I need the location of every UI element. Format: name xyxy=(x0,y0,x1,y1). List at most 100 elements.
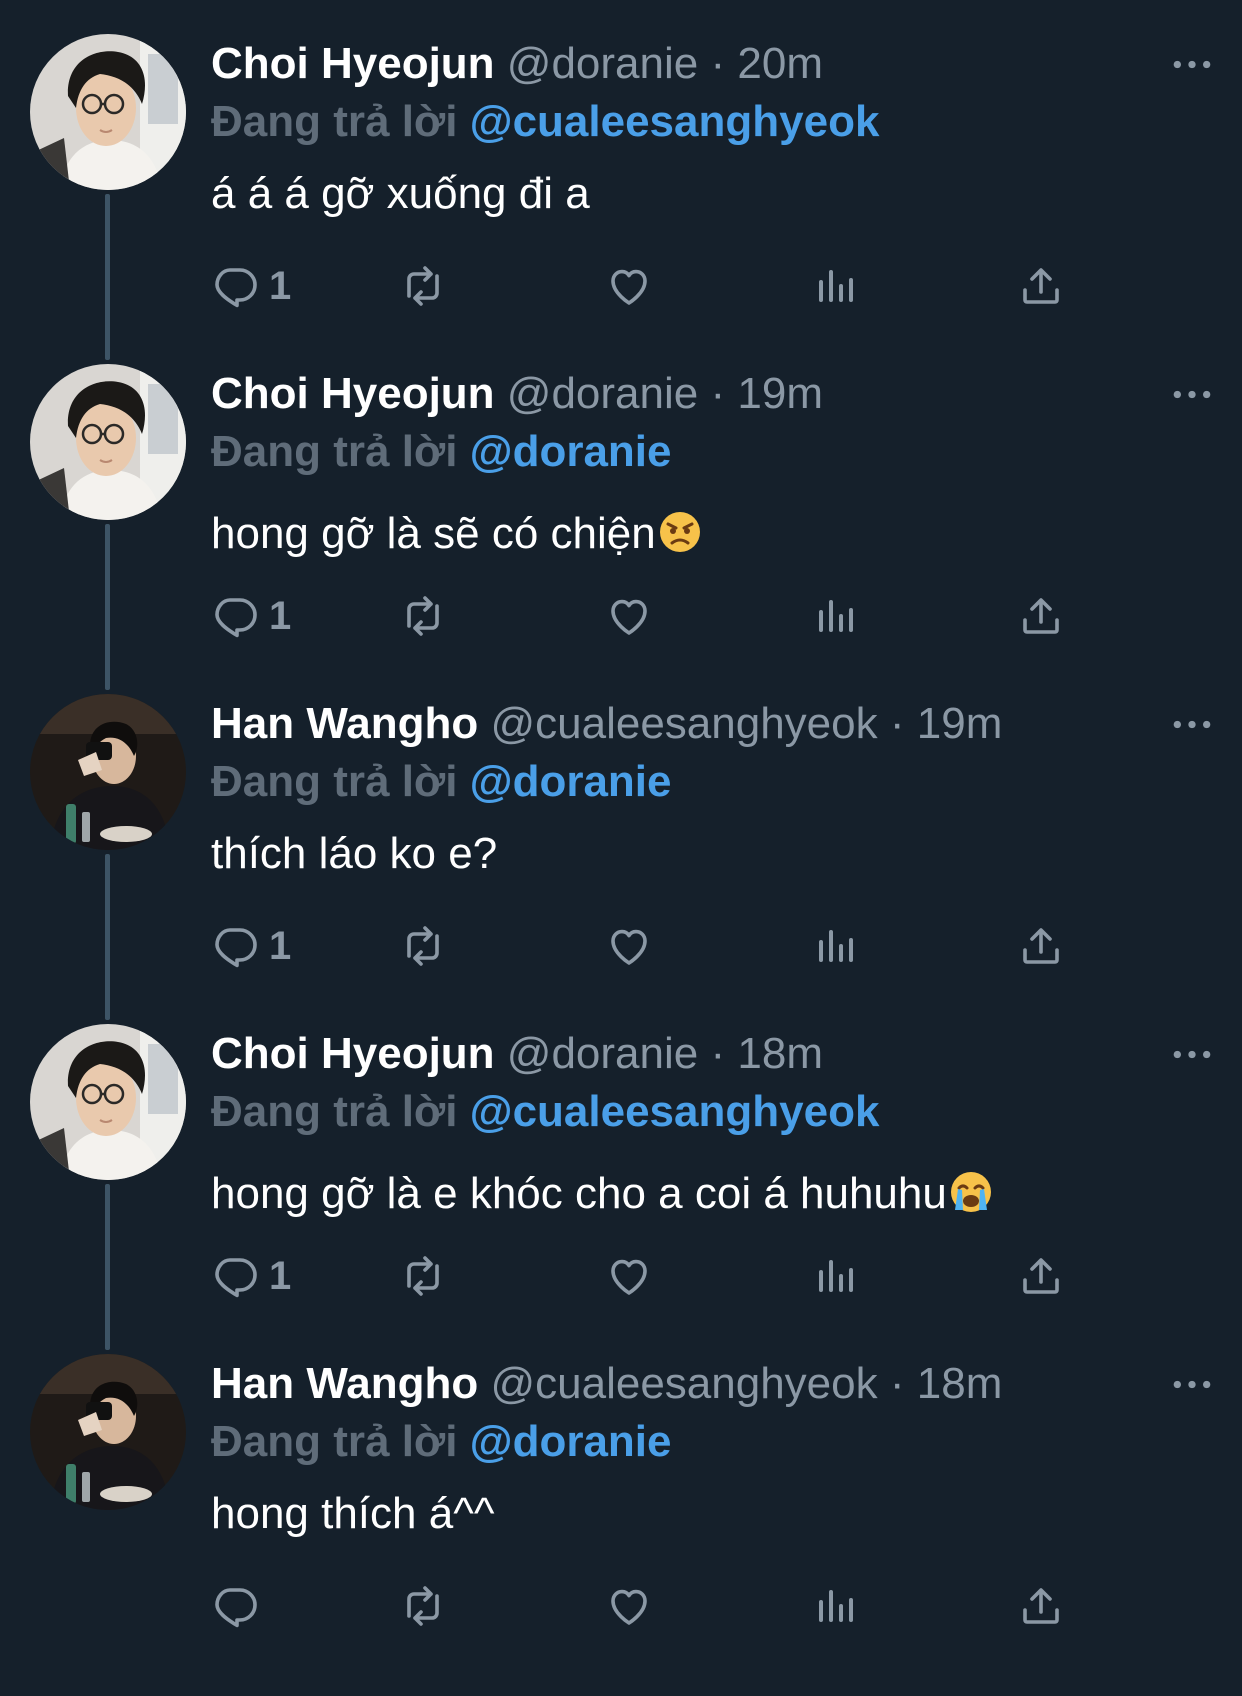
reply-button[interactable]: 1 xyxy=(211,1246,291,1306)
reply-icon xyxy=(211,592,259,640)
like-button[interactable] xyxy=(605,1576,653,1636)
analytics-icon xyxy=(811,922,859,970)
timestamp[interactable]: 20m xyxy=(737,39,823,88)
reply-count: 1 xyxy=(269,1253,292,1298)
tweet-text-content: thích láo ko e? xyxy=(211,829,498,878)
timestamp[interactable]: 18m xyxy=(917,1359,1003,1408)
analytics-button[interactable] xyxy=(811,256,859,316)
reply-button[interactable] xyxy=(211,1576,269,1636)
avatar-choi[interactable] xyxy=(30,364,186,520)
angry-face-emoji xyxy=(658,510,702,554)
more-icon[interactable] xyxy=(1162,36,1222,92)
tweet[interactable]: Han Wangho @cualeesanghyeok · 19m Đang t… xyxy=(0,660,1242,1020)
retweet-button[interactable] xyxy=(399,916,447,976)
reply-count: 1 xyxy=(269,593,292,638)
author-name[interactable]: Choi Hyeojun xyxy=(211,1029,495,1078)
tweet-actions: 1 xyxy=(211,1246,1091,1306)
reply-button[interactable]: 1 xyxy=(211,256,291,316)
separator-dot: · xyxy=(710,1029,726,1078)
like-button[interactable] xyxy=(605,916,653,976)
analytics-icon xyxy=(811,262,859,310)
heart-icon xyxy=(605,592,653,640)
share-button[interactable] xyxy=(1017,1576,1065,1636)
more-icon[interactable] xyxy=(1162,1356,1222,1412)
replying-to-mention[interactable]: @cualeesanghyeok xyxy=(470,1087,880,1136)
retweet-button[interactable] xyxy=(399,1246,447,1306)
reply-button[interactable]: 1 xyxy=(211,916,291,976)
analytics-button[interactable] xyxy=(811,1576,859,1636)
replying-to-mention[interactable]: @doranie xyxy=(470,757,672,806)
retweet-button[interactable] xyxy=(399,586,447,646)
retweet-icon xyxy=(399,1582,447,1630)
analytics-icon xyxy=(811,1252,859,1300)
tweet-actions: 1 xyxy=(211,916,1091,976)
analytics-button[interactable] xyxy=(811,586,859,646)
timestamp[interactable]: 19m xyxy=(917,699,1003,748)
share-icon xyxy=(1017,1252,1065,1300)
replying-to: Đang trả lời @doranie xyxy=(211,754,672,810)
timestamp[interactable]: 19m xyxy=(737,369,823,418)
author-name[interactable]: Han Wangho xyxy=(211,1359,478,1408)
replying-to-label: Đang trả lời xyxy=(211,1087,458,1136)
retweet-icon xyxy=(399,1252,447,1300)
tweet[interactable]: Han Wangho @cualeesanghyeok · 18m Đang t… xyxy=(0,1320,1242,1650)
replying-to: Đang trả lời @cualeesanghyeok xyxy=(211,94,879,150)
reply-button[interactable]: 1 xyxy=(211,586,291,646)
avatar-han[interactable] xyxy=(30,1354,186,1510)
analytics-icon xyxy=(811,1582,859,1630)
tweet-actions: 1 xyxy=(211,586,1091,646)
more-icon[interactable] xyxy=(1162,696,1222,752)
tweet-text: thích láo ko e? xyxy=(211,826,497,882)
replying-to-mention[interactable]: @doranie xyxy=(470,1417,672,1466)
retweet-icon xyxy=(399,592,447,640)
analytics-button[interactable] xyxy=(811,1246,859,1306)
author-handle[interactable]: @cualeesanghyeok xyxy=(490,699,877,748)
replying-to-mention[interactable]: @doranie xyxy=(470,427,672,476)
tweet-text: hong gỡ là sẽ có chiện xyxy=(211,506,702,562)
tweet-header: Han Wangho @cualeesanghyeok · 18m xyxy=(211,1356,1222,1412)
separator-dot: · xyxy=(889,1359,905,1408)
like-button[interactable] xyxy=(605,1246,653,1306)
avatar-choi[interactable] xyxy=(30,34,186,190)
share-button[interactable] xyxy=(1017,256,1065,316)
tweet[interactable]: Choi Hyeojun @doranie · 19m Đang trả lời… xyxy=(0,330,1242,690)
more-icon[interactable] xyxy=(1162,1026,1222,1082)
author-name[interactable]: Han Wangho xyxy=(211,699,478,748)
reply-icon xyxy=(211,262,259,310)
share-button[interactable] xyxy=(1017,1246,1065,1306)
avatar-choi[interactable] xyxy=(30,1024,186,1180)
replying-to-label: Đang trả lời xyxy=(211,97,458,146)
author-handle[interactable]: @doranie xyxy=(507,1029,698,1078)
author-handle[interactable]: @doranie xyxy=(507,369,698,418)
share-button[interactable] xyxy=(1017,916,1065,976)
analytics-button[interactable] xyxy=(811,916,859,976)
tweet[interactable]: Choi Hyeojun @doranie · 20m Đang trả lời… xyxy=(0,0,1242,360)
author-handle[interactable]: @cualeesanghyeok xyxy=(490,1359,877,1408)
author-name[interactable]: Choi Hyeojun xyxy=(211,39,495,88)
author-name[interactable]: Choi Hyeojun xyxy=(211,369,495,418)
heart-icon xyxy=(605,262,653,310)
like-button[interactable] xyxy=(605,256,653,316)
share-icon xyxy=(1017,592,1065,640)
like-button[interactable] xyxy=(605,586,653,646)
avatar-han[interactable] xyxy=(30,694,186,850)
replying-to-mention[interactable]: @cualeesanghyeok xyxy=(470,97,880,146)
replying-to: Đang trả lời @doranie xyxy=(211,1414,672,1470)
author-handle[interactable]: @doranie xyxy=(507,39,698,88)
retweet-button[interactable] xyxy=(399,256,447,316)
more-icon[interactable] xyxy=(1162,366,1222,422)
timestamp[interactable]: 18m xyxy=(737,1029,823,1078)
tweet-header: Han Wangho @cualeesanghyeok · 19m xyxy=(211,696,1222,752)
retweet-button[interactable] xyxy=(399,1576,447,1636)
analytics-icon xyxy=(811,592,859,640)
replying-to-label: Đang trả lời xyxy=(211,1417,458,1466)
reply-icon xyxy=(211,1582,259,1630)
reply-count: 1 xyxy=(269,923,292,968)
share-button[interactable] xyxy=(1017,586,1065,646)
replying-to: Đang trả lời @doranie xyxy=(211,424,672,480)
tweet[interactable]: Choi Hyeojun @doranie · 18m Đang trả lời… xyxy=(0,990,1242,1350)
tweet-text: hong thích á^^ xyxy=(211,1486,495,1542)
separator-dot: · xyxy=(710,369,726,418)
tweet-header: Choi Hyeojun @doranie · 18m xyxy=(211,1026,1222,1082)
reply-count: 1 xyxy=(269,263,292,308)
